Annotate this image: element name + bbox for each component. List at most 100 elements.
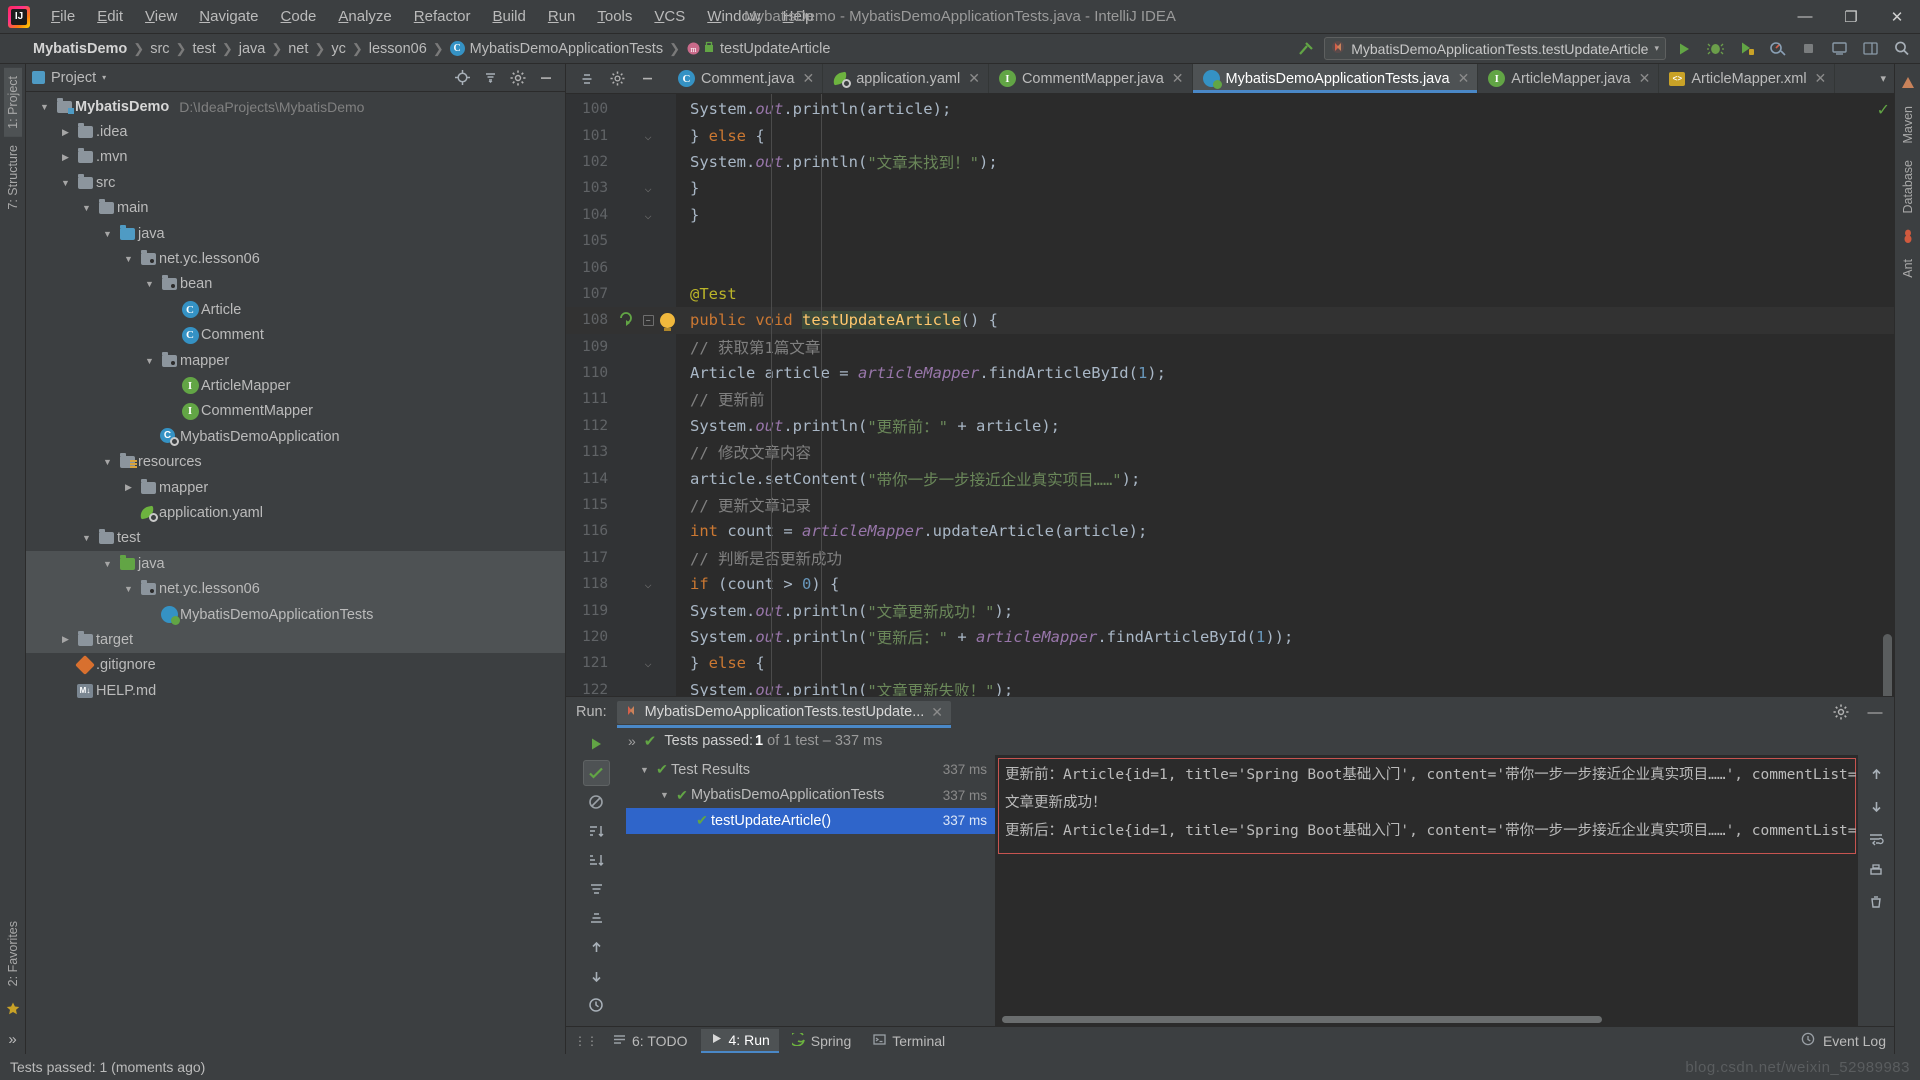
tree-node-mapper[interactable]: ▶ mapper [26,475,565,500]
menu-item-help[interactable]: Help [772,4,825,29]
menu-item-window[interactable]: Window [696,4,771,29]
previous-failed-icon[interactable] [583,934,610,960]
bottom-item-todo[interactable]: 6: TODO [604,1030,697,1052]
breadcrumb-item-lesson06[interactable]: lesson06 [364,39,432,59]
tree-node--gitignore[interactable]: ▶ .gitignore [26,653,565,678]
tree-node-mybatisdemoapplication[interactable]: ▶CMybatisDemoApplication [26,424,565,449]
console-output[interactable]: 更新前：Article{id=1, title='Spring Boot基础入门… [996,755,1858,1026]
print-icon[interactable] [1863,857,1890,883]
tree-node-test[interactable]: ▼ test [26,526,565,551]
tool-window-favorites[interactable]: 2: Favorites [4,913,22,994]
project-panel-tools[interactable] [449,66,559,90]
code-line-101[interactable]: } else { [676,122,1894,148]
expand-arrow-icon[interactable]: ▼ [120,254,137,264]
tool-window-ant[interactable]: Ant [1899,251,1917,286]
project-view-dropdown-icon[interactable]: ▾ [102,73,106,82]
gutter-line-120[interactable]: 120 [566,624,676,650]
soft-wrap-icon[interactable] [1863,825,1890,851]
gutter-line-109[interactable]: 109 [566,334,676,360]
tree-node-comment[interactable]: ▶CComment [26,323,565,348]
window-controls[interactable]: — ❐ ✕ [1782,0,1920,34]
scroll-up-icon[interactable] [1863,761,1890,787]
breadcrumb-item-yc[interactable]: yc [326,39,351,59]
collapse-arrow-icon[interactable]: ▶ [57,685,74,696]
bottom-item-run[interactable]: 4: Run [700,1028,779,1053]
bottom-item-spring[interactable]: Spring [783,1030,860,1052]
right-tool-strip[interactable]: Maven Database Ant [1894,64,1920,1054]
code-line-111[interactable]: // 更新前 [676,386,1894,412]
code-line-102[interactable]: System. out .println("文章未找到！"); [676,149,1894,175]
locate-icon[interactable] [449,66,475,90]
gutter-line-105[interactable]: 105 [566,228,676,254]
tree-node-resources[interactable]: ▼ resources [26,449,565,474]
project-tree[interactable]: ▼ MybatisDemo D:\IdeaProjects\MybatisDemo ▶… [26,92,565,1054]
collapse-all-icon[interactable] [477,66,503,90]
test-node-test-results[interactable]: ▼ ✔ Test Results 337 ms [626,757,995,783]
main-menu-bar[interactable]: File Edit View Navigate Code Analyze Refactor B… [40,4,825,29]
console-side-toolbar[interactable] [1858,755,1894,1026]
menu-item-edit[interactable]: Edit [86,4,134,29]
editor-tab-application-yaml[interactable]: application.yaml ✕ [823,64,989,93]
menu-item-build[interactable]: Build [481,4,536,29]
breadcrumb[interactable]: MybatisDemo ❯ src ❯ test ❯ java ❯ net ❯ yc ❯ lesson0… [28,39,835,59]
expand-arrow-icon[interactable]: ▼ [636,765,653,775]
code-line-113[interactable]: // 修改文章内容 [676,439,1894,465]
run-toolbar[interactable]: MybatisDemoApplicationTests.testUpdateAr… [1293,37,1914,61]
run-configuration-selector[interactable]: MybatisDemoApplicationTests.testUpdateAr… [1324,37,1666,60]
left-tool-strip[interactable]: 1: Project 7: Structure 2: Favorites » [0,64,26,1054]
collapse-arrow-icon[interactable]: ▶ [120,507,137,518]
expand-arrow-icon[interactable]: ▼ [36,102,53,112]
sort-alphabetically-icon[interactable] [583,818,610,844]
build-hammer-icon[interactable] [1293,37,1319,61]
collapse-arrow-icon[interactable]: ▶ [120,482,137,493]
gutter-line-112[interactable]: 112 [566,413,676,439]
tree-node-mybatisdemoapplicationtests[interactable]: ▶ MybatisDemoApplicationTests [26,601,565,628]
breadcrumb-item-mybatisdemo[interactable]: MybatisDemo [28,39,132,59]
tree-node-mybatisdemo[interactable]: ▼ MybatisDemo D:\IdeaProjects\MybatisDemo [26,94,565,119]
code-line-114[interactable]: article.setContent("带你一步一步接近企业真实项目……"); [676,465,1894,491]
console-horizontal-scrollbar[interactable] [996,1014,1858,1026]
tree-node--mvn[interactable]: ▶ .mvn [26,145,565,170]
test-node-mybatisdemoapplicationtests[interactable]: ▼ ✔ MybatisDemoApplicationTests 337 ms [626,783,995,809]
gutter-line-114[interactable]: 114 [566,465,676,491]
close-tab-icon[interactable]: ✕ [1639,70,1651,87]
expand-status-icon[interactable]: » [628,733,636,749]
code-line-104[interactable]: } [676,202,1894,228]
gutter-line-106[interactable]: 106 [566,254,676,280]
search-everywhere-icon[interactable] [1888,37,1914,61]
fold-end-icon[interactable]: ⌵ [645,656,652,670]
collapse-arrow-icon[interactable]: ▶ [162,380,179,391]
gutter-line-104[interactable]: 104 ⌵ [566,202,676,228]
tree-node-src[interactable]: ▼ src [26,170,565,195]
code-text-area[interactable]: System. out .println(article); } else { Sy… [676,94,1894,696]
tree-node-commentmapper[interactable]: ▶ICommentMapper [26,399,565,424]
menu-item-vcs[interactable]: VCS [643,4,696,29]
settings-gear-icon[interactable] [604,67,630,91]
ant-icon[interactable] [1898,226,1918,246]
expand-arrow-icon[interactable]: ▼ [99,229,116,239]
editor-tab-commentmapper-java[interactable]: I CommentMapper.java ✕ [989,64,1193,93]
layout-icon[interactable] [1857,37,1883,61]
hide-editor-panel-icon[interactable] [634,67,660,91]
tree-node-application-yaml[interactable]: ▶ application.yaml [26,500,565,525]
tree-node-target[interactable]: ▶ target [26,627,565,653]
tree-node-java[interactable]: ▼ java [26,221,565,246]
favorites-star-icon[interactable] [3,999,23,1019]
editor-tabs[interactable]: C Comment.java ✕ application.yaml ✕ I CommentM… [566,64,1894,94]
expand-arrow-icon[interactable]: ▼ [656,790,673,800]
minimize-button[interactable]: — [1782,0,1828,34]
collapse-all-run-icon[interactable] [583,905,610,931]
maven-icon[interactable] [1898,73,1918,93]
run-test-gutter-icon[interactable] [618,310,634,330]
editor-scrollbar[interactable] [1883,634,1892,696]
close-tab-icon[interactable]: ✕ [1458,70,1470,87]
close-button[interactable]: ✕ [1874,0,1920,34]
run-panel-header-tools[interactable]: — [1828,700,1888,724]
tool-window-maven[interactable]: Maven [1899,98,1917,152]
gutter-line-116[interactable]: 116 [566,518,676,544]
gutter-line-111[interactable]: 111 [566,386,676,412]
chevron-down-icon[interactable]: ▾ [1654,43,1659,54]
expand-arrow-icon[interactable]: ▼ [78,203,95,213]
profiler-button[interactable] [1764,37,1790,61]
gutter-line-102[interactable]: 102 [566,149,676,175]
